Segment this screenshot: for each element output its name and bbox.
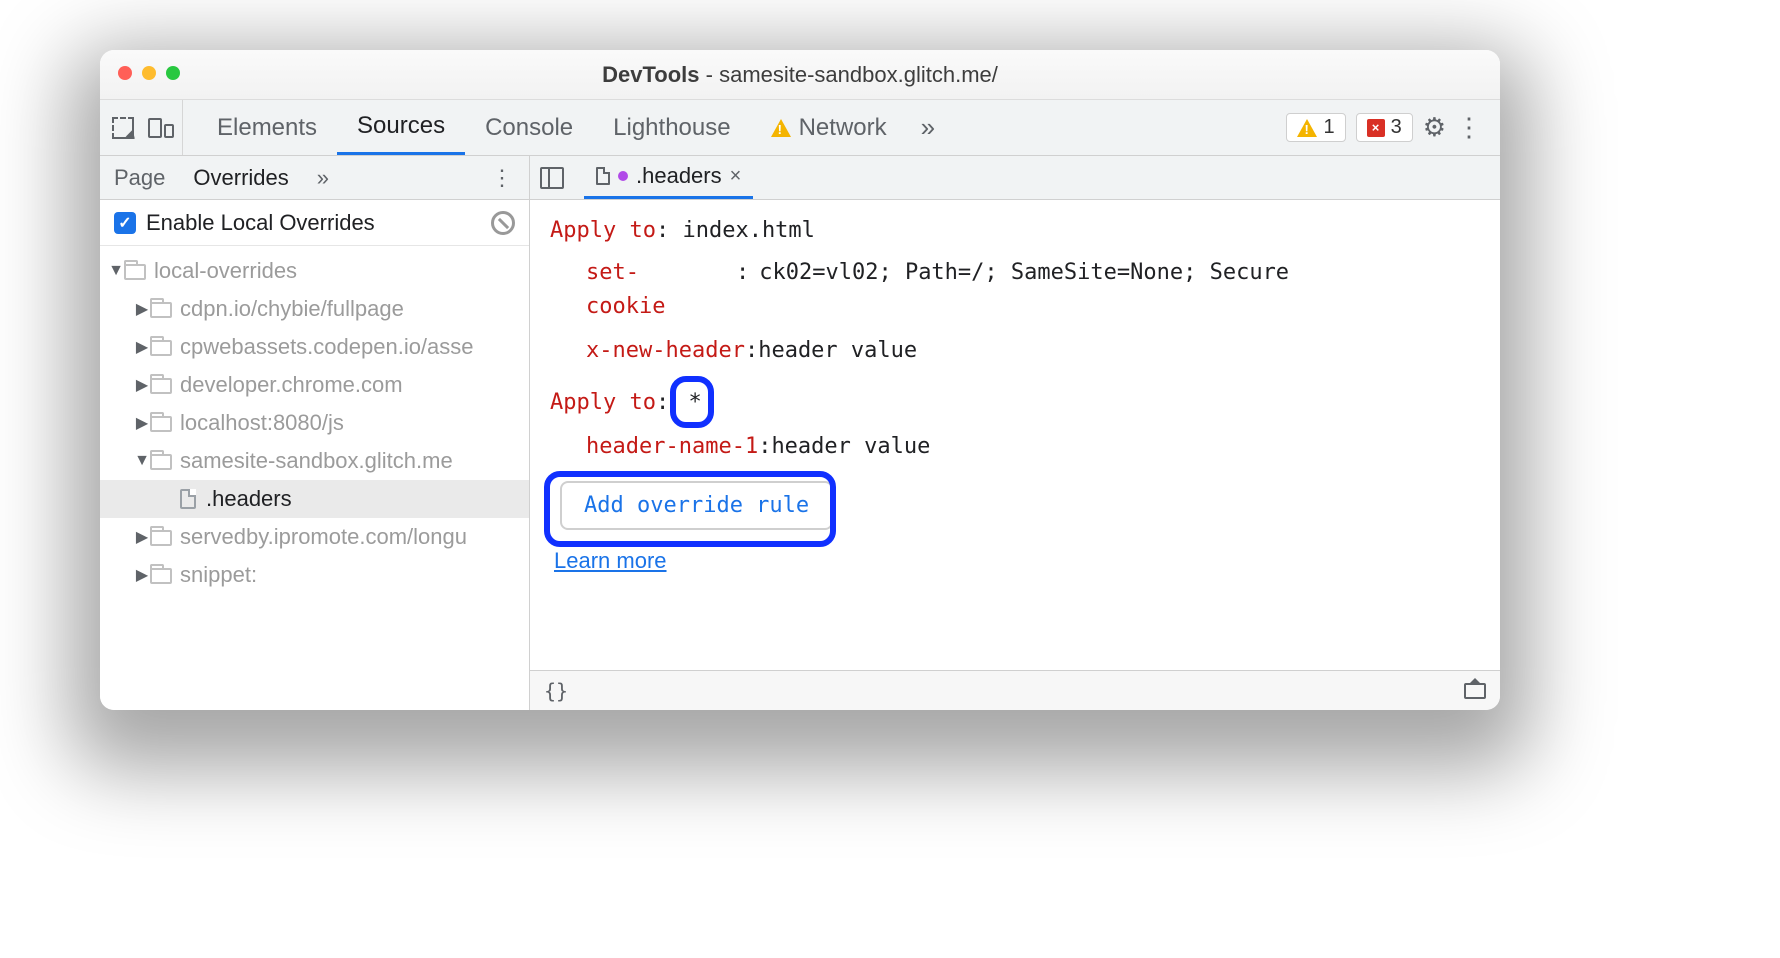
- header-value[interactable]: header value: [771, 430, 930, 464]
- header-name[interactable]: header-name-1: [586, 430, 758, 464]
- modified-indicator-icon: [618, 171, 628, 181]
- minimize-window-button[interactable]: [142, 66, 156, 80]
- show-drawer-icon[interactable]: [1464, 683, 1486, 699]
- tree-file-selected[interactable]: .headers: [100, 480, 529, 518]
- panel-tabs: Elements Sources Console Lighthouse Netw…: [183, 100, 949, 155]
- override-rule: Apply to: index.html: [550, 214, 1480, 248]
- tab-console[interactable]: Console: [465, 100, 593, 155]
- tab-lighthouse[interactable]: Lighthouse: [593, 100, 750, 155]
- warning-icon: [1297, 119, 1317, 137]
- titlebar: DevTools - samesite-sandbox.glitch.me/: [100, 50, 1500, 100]
- more-options-button[interactable]: ⋮: [1456, 112, 1484, 143]
- file-icon: [180, 489, 196, 509]
- editor-file-tab[interactable]: .headers ×: [584, 156, 753, 199]
- main-toolbar: Elements Sources Console Lighthouse Netw…: [100, 100, 1500, 156]
- devtools-window: DevTools - samesite-sandbox.glitch.me/ E…: [100, 50, 1500, 710]
- tree-item[interactable]: ▶ localhost:8080/js: [100, 404, 529, 442]
- tab-sources[interactable]: Sources: [337, 100, 465, 155]
- warning-icon: [771, 119, 791, 137]
- folder-icon: [124, 264, 146, 280]
- errors-badge[interactable]: × 3: [1356, 113, 1413, 142]
- close-window-button[interactable]: [118, 66, 132, 80]
- zoom-window-button[interactable]: [166, 66, 180, 80]
- clear-overrides-icon[interactable]: [491, 211, 515, 235]
- navigator-options-button[interactable]: ⋮: [475, 165, 529, 191]
- warnings-badge[interactable]: 1: [1286, 113, 1345, 142]
- editor-pane: .headers × Apply to: index.html set-cook…: [530, 156, 1500, 710]
- window-controls: [118, 66, 180, 80]
- overrides-tree: ▼ local-overrides ▶ cdpn.io/chybie/fullp…: [100, 246, 529, 710]
- tab-network[interactable]: Network: [751, 100, 907, 155]
- settings-gear-icon[interactable]: ⚙: [1423, 112, 1446, 143]
- tree-item[interactable]: ▶ servedby.ipromote.com/longu: [100, 518, 529, 556]
- enable-overrides-label: Enable Local Overrides: [146, 210, 375, 236]
- inspect-icon[interactable]: [112, 117, 134, 139]
- braces-icon[interactable]: {}: [544, 679, 568, 703]
- navigator-sidebar: Page Overrides » ⋮ ✓ Enable Local Overri…: [100, 156, 530, 710]
- editor-footer: {}: [530, 670, 1500, 710]
- editor-tabs: .headers ×: [530, 156, 1500, 200]
- learn-more-link[interactable]: Learn more: [554, 544, 667, 578]
- close-tab-button[interactable]: ×: [730, 165, 742, 188]
- folder-icon: [150, 302, 172, 318]
- navigator-tab-overrides[interactable]: Overrides: [179, 165, 302, 191]
- title-url: samesite-sandbox.glitch.me/: [719, 62, 998, 87]
- tree-item[interactable]: ▶ snippet:: [100, 556, 529, 594]
- tree-root[interactable]: ▼ local-overrides: [100, 252, 529, 290]
- folder-icon: [150, 454, 172, 470]
- apply-to-value[interactable]: *: [682, 390, 707, 415]
- enable-overrides-row: ✓ Enable Local Overrides: [100, 200, 529, 246]
- tree-item[interactable]: ▶ cdpn.io/chybie/fullpage: [100, 290, 529, 328]
- header-row: x-new-header: header value: [550, 334, 1480, 368]
- header-row: set-cookie : ck02=vl02; Path=/; SameSite…: [550, 256, 1480, 324]
- toggle-navigator-icon[interactable]: [540, 167, 564, 189]
- error-icon: ×: [1367, 119, 1385, 137]
- apply-to-label: Apply to: [550, 218, 656, 243]
- header-value[interactable]: ck02=vl02; Path=/; SameSite=None; Secure: [759, 256, 1289, 290]
- navigator-more-tabs[interactable]: »: [303, 165, 343, 191]
- folder-icon: [150, 340, 172, 356]
- folder-icon: [150, 530, 172, 546]
- window-title: DevTools - samesite-sandbox.glitch.me/: [100, 62, 1500, 88]
- folder-icon: [150, 378, 172, 394]
- header-value[interactable]: header value: [758, 334, 917, 368]
- title-app: DevTools: [602, 62, 699, 87]
- tree-item[interactable]: ▶ developer.chrome.com: [100, 366, 529, 404]
- tree-item[interactable]: ▼ samesite-sandbox.glitch.me: [100, 442, 529, 480]
- apply-to-label: Apply to: [550, 390, 656, 415]
- header-name[interactable]: x-new-header: [586, 334, 745, 368]
- apply-to-value[interactable]: index.html: [682, 218, 814, 243]
- override-rule: Apply to: *: [550, 386, 1480, 420]
- folder-icon: [150, 416, 172, 432]
- file-icon: [596, 167, 610, 185]
- header-name[interactable]: set-cookie: [586, 256, 726, 324]
- folder-icon: [150, 568, 172, 584]
- header-row: header-name-1: header value: [550, 430, 1480, 464]
- enable-overrides-checkbox[interactable]: ✓: [114, 212, 136, 234]
- tab-elements[interactable]: Elements: [197, 100, 337, 155]
- navigator-tab-page[interactable]: Page: [100, 165, 179, 191]
- editor-body: Apply to: index.html set-cookie : ck02=v…: [530, 200, 1500, 670]
- tree-item[interactable]: ▶ cpwebassets.codepen.io/asse: [100, 328, 529, 366]
- add-override-rule-button[interactable]: Add override rule: [560, 481, 833, 530]
- navigator-tabs: Page Overrides » ⋮: [100, 156, 529, 200]
- more-tabs-button[interactable]: »: [907, 112, 949, 143]
- device-toggle-icon[interactable]: [148, 118, 174, 138]
